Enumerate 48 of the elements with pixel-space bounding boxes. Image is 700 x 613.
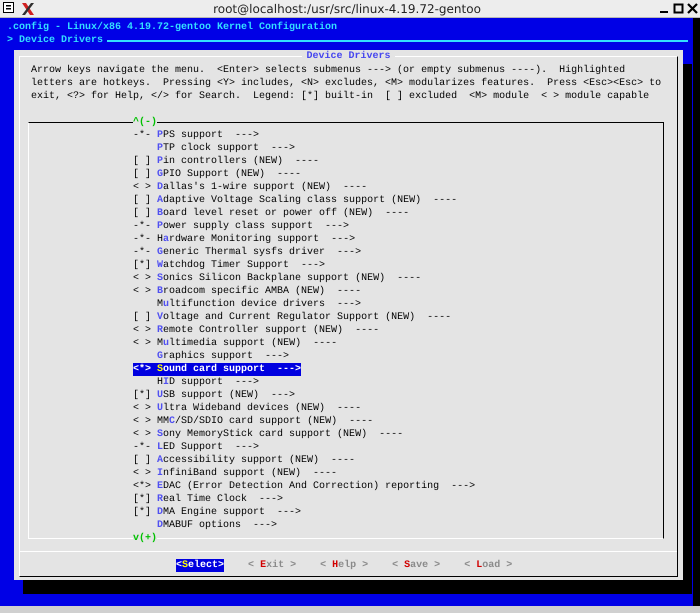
menu-item[interactable]: [ ] Accessibility support (NEW) ---- — [133, 454, 356, 467]
help-text: exit, <?> for Help, </> for Search. Legend: [*] built-in [ ] excluded <M> module < > module capable — [31, 90, 650, 103]
menu-item[interactable]: -*- Power supply class support ---> — [133, 220, 350, 233]
dialog-button[interactable]: < Save > — [392, 559, 440, 572]
dialog-button[interactable]: <Select> — [176, 559, 224, 572]
menu-item[interactable]: [*] USB support (NEW) ---> — [133, 389, 296, 402]
menu-item[interactable]: -*- LED Support ---> — [133, 441, 260, 454]
menu-item[interactable]: <*> Sound card support ---> — [133, 363, 302, 376]
x-logo-icon — [21, 2, 35, 16]
dialog-button[interactable]: < Load > — [464, 559, 512, 572]
menu-item[interactable]: Graphics support ---> — [157, 350, 290, 363]
menu-item[interactable]: [*] Real Time Clock ---> — [133, 493, 284, 506]
menu-item[interactable]: < > Broadcom specific AMBA (NEW) ---- — [133, 285, 362, 298]
menu-item[interactable]: [ ] Pin controllers (NEW) ---- — [133, 155, 320, 168]
dialog-button[interactable]: < Exit > — [248, 559, 296, 572]
config-title: .config - Linux/x86 4.19.72-gentoo Kernel Configuration — [6, 21, 338, 34]
help-text: letters are hotkeys. Pressing <Y> includes, <N> excludes, <M> modularizes features. Press <Esc><Esc> to — [31, 77, 662, 90]
dialog-button[interactable]: < Help > — [320, 559, 368, 572]
menu-item[interactable]: [ ] Board level reset or power off (NEW) ---- — [133, 207, 410, 220]
menu-item[interactable]: < > Ultra Wideband devices (NEW) ---- — [133, 402, 362, 415]
menu-item[interactable]: < > Sony MemoryStick card support (NEW) ---- — [133, 428, 404, 441]
menu-item[interactable]: < > MMC/SD/SDIO card support (NEW) ---- — [133, 415, 374, 428]
menu-item[interactable]: DMABUF options ---> — [157, 519, 278, 532]
window-title: root@localhost:/usr/src/linux-4.19.72-gentoo — [212, 2, 482, 16]
close-icon[interactable] — [687, 3, 698, 14]
menu-item[interactable]: PTP clock support ---> — [157, 142, 296, 155]
menu-item[interactable]: -*- PPS support ---> — [133, 129, 260, 142]
menu-item[interactable]: [*] DMA Engine support ---> — [133, 506, 302, 519]
menu-item[interactable]: HID support ---> — [157, 376, 260, 389]
menu-item[interactable]: < > Sonics Silicon Backplane support (NEW) ---- — [133, 272, 422, 285]
menu-item[interactable]: < > Remote Controller support (NEW) ---- — [133, 324, 380, 337]
menu-item[interactable]: [*] Watchdog Timer Support ---> — [133, 259, 326, 272]
maximize-icon[interactable] — [673, 3, 684, 14]
breadcrumb: > Device Drivers — [7, 34, 104, 47]
menu-item[interactable]: -*- Hardware Monitoring support ---> — [133, 233, 356, 246]
menu-item[interactable]: <*> EDAC (Error Detection And Correction) reporting ---> — [133, 480, 476, 493]
menu-item[interactable]: -*- Generic Thermal sysfs driver ---> — [133, 246, 362, 259]
menu-item[interactable]: [ ] Voltage and Current Regulator Support (NEW) ---- — [133, 311, 452, 324]
scroll-up-indicator: ^(-) — [133, 116, 158, 129]
help-text: Arrow keys navigate the menu. <Enter> selects submenus ---> (or empty submenus ----). Highlighted — [31, 64, 626, 77]
scroll-down-indicator: v(+) — [133, 532, 158, 545]
menu-item[interactable]: [ ] GPIO Support (NEW) ---- — [133, 168, 302, 181]
menu-item[interactable]: < > Dallas's 1-wire support (NEW) ---- — [133, 181, 368, 194]
menu-item[interactable]: [ ] Adaptive Voltage Scaling class support (NEW) ---- — [133, 194, 458, 207]
menu-icon[interactable] — [3, 2, 14, 12]
menu-item[interactable]: < > InfiniBand support (NEW) ---- — [133, 467, 338, 480]
menu-item[interactable]: Multifunction device drivers ---> — [157, 298, 362, 311]
menu-item[interactable]: < > Multimedia support (NEW) ---- — [133, 337, 338, 350]
